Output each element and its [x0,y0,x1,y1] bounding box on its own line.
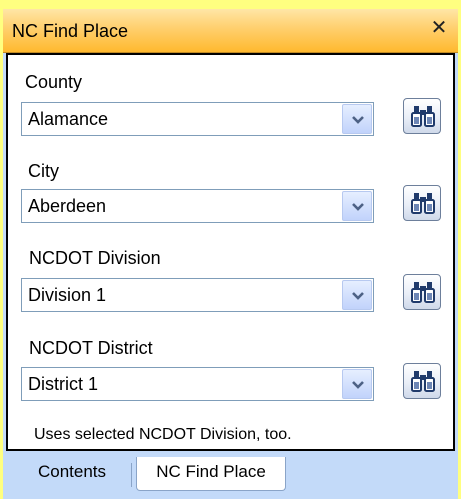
chevron-down-icon [352,292,364,300]
binoculars-icon [411,193,435,214]
district-note: Uses selected NCDOT Division, too. [34,426,292,443]
county-dropdown[interactable]: Alamance [21,102,374,136]
find-city-button[interactable] [403,185,441,221]
binoculars-icon [411,371,435,392]
division-dropdown-arrow[interactable] [342,280,372,310]
city-dropdown[interactable]: Aberdeen [21,189,374,223]
tab-contents[interactable]: Contents [15,457,129,491]
city-dropdown-arrow[interactable] [342,191,372,221]
find-county-button[interactable] [403,98,441,134]
chevron-down-icon [352,116,364,124]
division-dropdown[interactable]: Division 1 [21,278,374,312]
tab-nc-find-place[interactable]: NC Find Place [136,457,286,491]
county-dropdown-arrow[interactable] [342,104,372,134]
binoculars-icon [411,282,435,303]
close-icon: ✕ [430,17,448,39]
division-label: NCDOT Division [29,248,161,268]
district-label: NCDOT District [29,338,153,358]
binoculars-icon [411,106,435,127]
panel-title: NC Find Place [12,21,129,41]
find-district-button[interactable] [403,363,441,399]
division-value: Division 1 [28,285,107,305]
chevron-down-icon [352,381,364,389]
city-value: Aberdeen [28,196,107,216]
close-button[interactable]: ✕ [427,15,451,41]
county-label: County [25,72,83,92]
panel-content: County Alamance City Aberdeen NCDOT Divi… [6,53,455,451]
find-place-panel: NC Find Place ✕ County Alamance City Abe… [3,9,458,499]
bottom-tabstrip: Contents NC Find Place [3,451,458,499]
find-division-button[interactable] [403,274,441,310]
district-dropdown[interactable]: District 1 [21,367,374,401]
city-label: City [28,161,59,181]
tab-divider [131,463,132,487]
district-dropdown-arrow[interactable] [342,369,372,399]
panel-titlebar: NC Find Place ✕ [3,9,458,53]
chevron-down-icon [352,203,364,211]
county-value: Alamance [28,109,109,129]
district-value: District 1 [28,374,99,394]
